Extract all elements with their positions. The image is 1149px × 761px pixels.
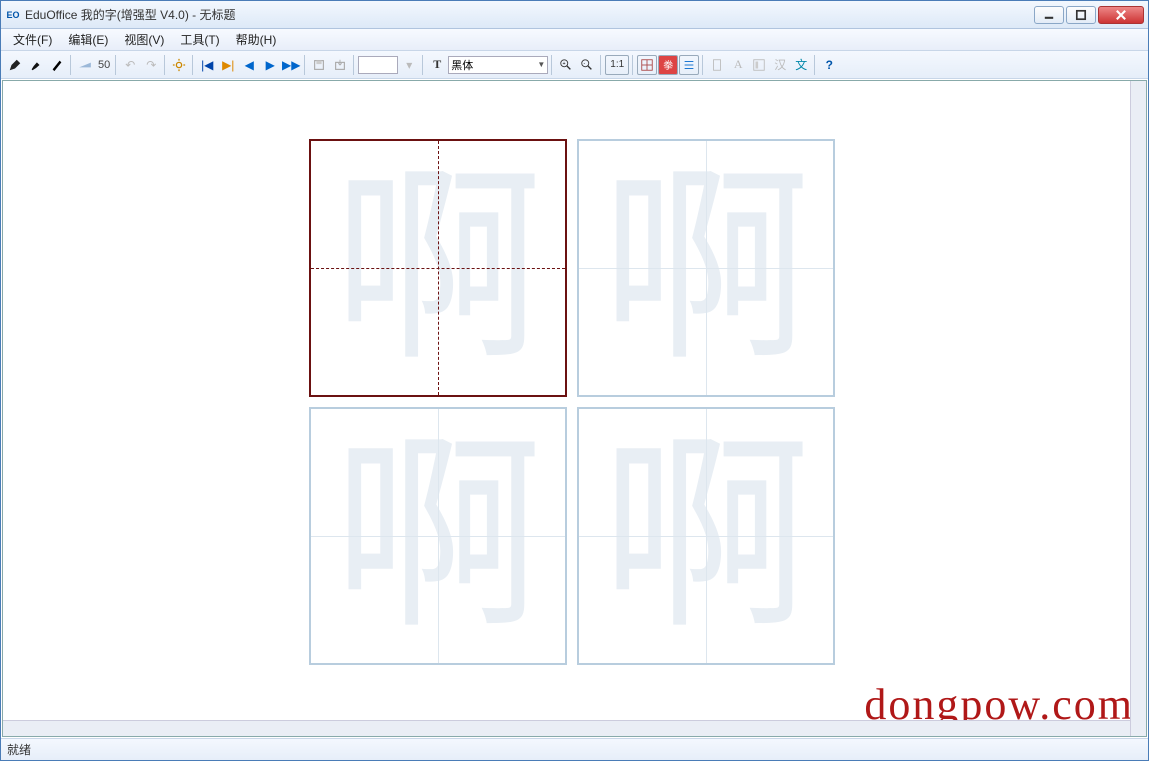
status-text: 就绪: [7, 741, 31, 758]
list-view-icon[interactable]: [679, 55, 699, 75]
pen-tool-icon[interactable]: [5, 55, 25, 75]
practice-grid: 啊 啊 啊 啊: [309, 139, 835, 665]
statusbar: 就绪: [1, 738, 1148, 760]
close-button[interactable]: [1098, 6, 1144, 24]
separator: [814, 55, 816, 75]
horizontal-scrollbar[interactable]: [3, 720, 1130, 736]
last-icon[interactable]: ▶|: [218, 55, 238, 75]
minimize-button[interactable]: [1034, 6, 1064, 24]
separator: [70, 55, 72, 75]
fast-forward-icon[interactable]: ▶▶: [281, 55, 301, 75]
menu-tools[interactable]: 工具(T): [172, 29, 227, 50]
chevron-down-icon: ▼: [537, 60, 545, 69]
zoom-actual-button[interactable]: 1:1: [605, 55, 629, 75]
layout-icon[interactable]: [749, 55, 769, 75]
first-icon[interactable]: |◀: [197, 55, 217, 75]
text-tool-icon[interactable]: T: [427, 55, 447, 75]
separator: [164, 55, 166, 75]
guide-horizontal: [311, 536, 565, 537]
undo-icon[interactable]: ↶: [120, 55, 140, 75]
separator: [551, 55, 553, 75]
size-slider-icon[interactable]: [75, 55, 95, 75]
separator: [422, 55, 424, 75]
separator: [115, 55, 117, 75]
redo-icon[interactable]: ↷: [141, 55, 161, 75]
separator: [192, 55, 194, 75]
menu-help[interactable]: 帮助(H): [228, 29, 285, 50]
font-selector[interactable]: 黑体 ▼: [448, 56, 548, 74]
separator: [632, 55, 634, 75]
guide-horizontal: [579, 268, 833, 269]
settings-icon[interactable]: [169, 55, 189, 75]
zoom-out-icon[interactable]: -: [577, 55, 597, 75]
separator: [600, 55, 602, 75]
grid-toggle-icon[interactable]: [637, 55, 657, 75]
char-han-button[interactable]: 汉: [770, 55, 790, 75]
app-window: EO EduOffice 我的字(增强型 V4.0) - 无标题 文件(F) 编…: [0, 0, 1149, 761]
menu-file[interactable]: 文件(F): [5, 29, 60, 50]
brush-tool-icon[interactable]: [26, 55, 46, 75]
export-icon[interactable]: [330, 55, 350, 75]
app-logo-icon: EO: [5, 7, 21, 23]
grid-cell-1[interactable]: 啊: [309, 139, 567, 397]
separator: [353, 55, 355, 75]
menu-view[interactable]: 视图(V): [116, 29, 172, 50]
page-icon[interactable]: [707, 55, 727, 75]
vertical-scrollbar[interactable]: [1130, 81, 1146, 736]
toolbar: 50 ↶ ↷ |◀ ▶| ◀ ▶ ▶▶ ▾ T 黑体 ▼ + - 1:1 拳: [1, 51, 1148, 79]
canvas-area[interactable]: 啊 啊 啊 啊 do: [2, 80, 1147, 737]
separator: [304, 55, 306, 75]
font-name: 黑体: [451, 57, 473, 73]
maximize-button[interactable]: [1066, 6, 1096, 24]
grid-cell-3[interactable]: 啊: [309, 407, 567, 665]
zoom-in-icon[interactable]: +: [556, 55, 576, 75]
menubar: 文件(F) 编辑(E) 视图(V) 工具(T) 帮助(H): [1, 29, 1148, 51]
guide-horizontal: [579, 536, 833, 537]
window-title: EduOffice 我的字(增强型 V4.0) - 无标题: [25, 6, 1034, 23]
brush-size-value: 50: [96, 59, 112, 71]
separator: [702, 55, 704, 75]
play-icon[interactable]: ▶: [260, 55, 280, 75]
titlebar: EO EduOffice 我的字(增强型 V4.0) - 无标题: [1, 1, 1148, 29]
char-wen-button[interactable]: 文: [791, 55, 811, 75]
grid-cell-2[interactable]: 啊: [577, 139, 835, 397]
menu-edit[interactable]: 编辑(E): [60, 29, 116, 50]
help-icon[interactable]: ?: [819, 55, 839, 75]
grid-cell-4[interactable]: 啊: [577, 407, 835, 665]
save-icon[interactable]: [309, 55, 329, 75]
input-dropdown-icon[interactable]: ▾: [399, 55, 419, 75]
letter-a-button[interactable]: A: [728, 55, 748, 75]
text-input[interactable]: [358, 56, 398, 74]
prev-icon[interactable]: ◀: [239, 55, 259, 75]
svg-text:+: +: [563, 61, 566, 67]
guide-horizontal: [311, 268, 565, 269]
svg-text:-: -: [584, 61, 586, 67]
calligraphy-tool-icon[interactable]: [47, 55, 67, 75]
practice-mode-icon[interactable]: 拳: [658, 55, 678, 75]
window-controls: [1034, 6, 1144, 24]
